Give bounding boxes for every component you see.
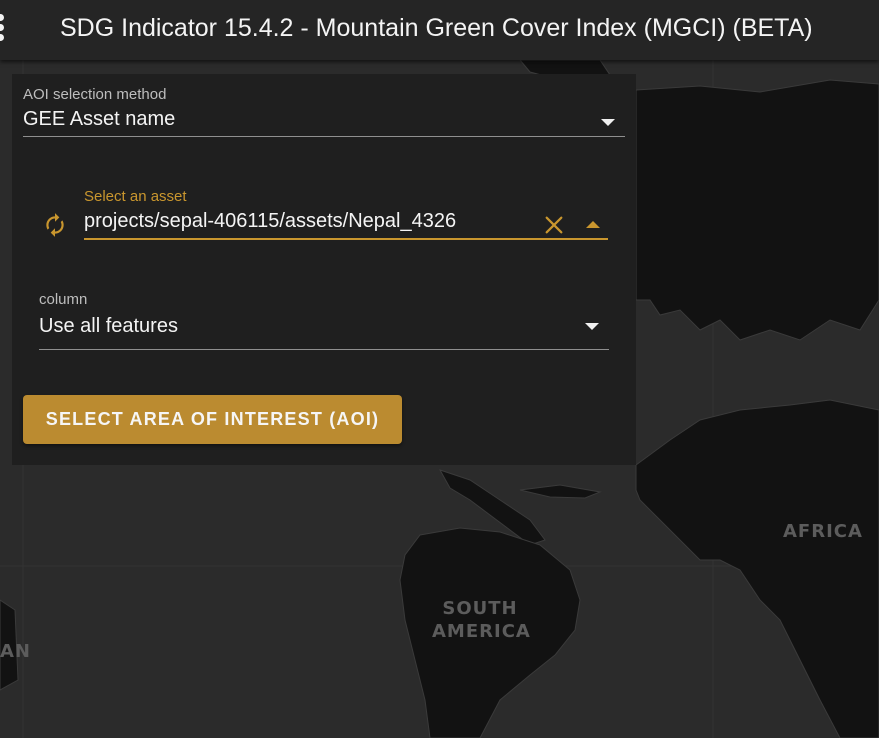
app-title: SDG Indicator 15.4.2 - Mountain Green Co…: [60, 14, 813, 42]
asset-select-underline: [84, 238, 608, 240]
asset-select-input[interactable]: projects/sepal-406115/assets/Nepal_4326: [84, 210, 456, 233]
aoi-method-label: AOI selection method: [23, 86, 167, 103]
map-label-south-america-line2: AMERICA: [432, 621, 531, 642]
map-label-south-america: SOUTH AMERICA: [432, 597, 531, 643]
aoi-panel: AOI selection method GEE Asset name Sele…: [12, 74, 636, 465]
aoi-method-underline: [23, 136, 625, 137]
chevron-down-icon[interactable]: [585, 323, 599, 330]
map-label-partial: AN: [0, 641, 31, 662]
more-vertical-icon[interactable]: [0, 14, 8, 44]
close-icon[interactable]: [543, 214, 565, 236]
app-bar: SDG Indicator 15.4.2 - Mountain Green Co…: [0, 0, 879, 60]
select-aoi-button[interactable]: SELECT AREA OF INTEREST (AOI): [23, 395, 402, 444]
column-select-underline: [39, 349, 609, 350]
asset-select-label: Select an asset: [84, 188, 187, 205]
refresh-icon[interactable]: [42, 212, 68, 238]
chevron-up-icon[interactable]: [586, 221, 600, 228]
aoi-method-select[interactable]: GEE Asset name: [23, 108, 175, 131]
column-select[interactable]: Use all features: [39, 315, 178, 338]
chevron-down-icon[interactable]: [601, 119, 615, 126]
column-select-label: column: [39, 291, 88, 308]
map-label-south-america-line1: SOUTH: [442, 598, 518, 619]
map-label-africa: AFRICA: [783, 521, 863, 542]
land-europe: [635, 79, 879, 341]
